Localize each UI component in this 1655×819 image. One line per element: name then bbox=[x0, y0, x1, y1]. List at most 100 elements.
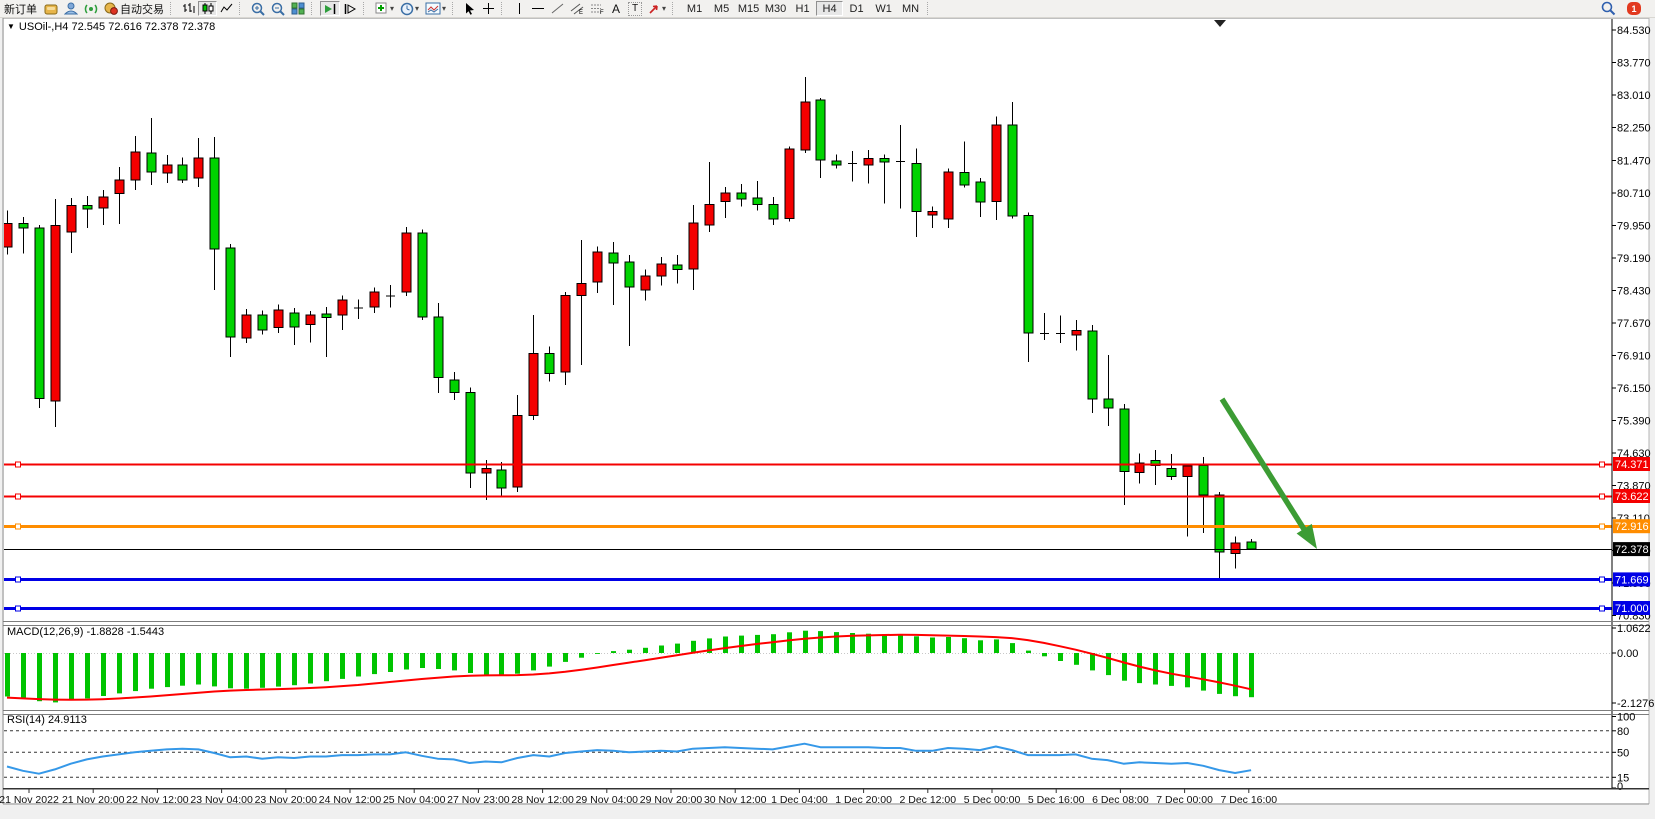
mt4-window: 新订单 自动交易 bbox=[0, 0, 1655, 819]
macd-bar bbox=[1169, 653, 1174, 686]
line-handle[interactable] bbox=[1600, 577, 1605, 582]
cursor-tool-button[interactable] bbox=[461, 1, 479, 16]
candle-body bbox=[67, 206, 76, 233]
time-tick-label: 7 Dec 16:00 bbox=[1220, 794, 1277, 806]
price-tick-label: 77.670 bbox=[1617, 318, 1651, 330]
macd-bar bbox=[37, 653, 42, 701]
crosshair-tool-button[interactable] bbox=[479, 1, 498, 16]
candle-body bbox=[529, 353, 538, 415]
macd-bar bbox=[1010, 643, 1015, 653]
line-handle[interactable] bbox=[16, 524, 21, 529]
timeframe-group: M1M5M15M30H1H4D1W1MN bbox=[681, 1, 924, 16]
timeframe-h4[interactable]: H4 bbox=[816, 1, 843, 16]
rsi-tick-label: 80 bbox=[1617, 726, 1629, 738]
timeframe-mn[interactable]: MN bbox=[897, 1, 924, 16]
candle-body bbox=[194, 158, 203, 178]
new-order-button[interactable]: 新订单 bbox=[0, 1, 41, 16]
line-handle[interactable] bbox=[16, 606, 21, 611]
clock-icon bbox=[400, 2, 414, 16]
macd-bar bbox=[866, 634, 871, 653]
person-icon bbox=[64, 2, 78, 15]
tile-windows-icon bbox=[291, 2, 305, 15]
chevron-down-icon: ▾ bbox=[390, 4, 394, 13]
chart-background bbox=[4, 19, 1649, 803]
search-button[interactable] bbox=[1598, 1, 1619, 16]
auto-scroll-icon bbox=[323, 3, 337, 15]
timeframe-h1[interactable]: H1 bbox=[789, 1, 816, 16]
candle-body bbox=[99, 197, 108, 208]
macd-bar bbox=[946, 637, 951, 653]
macd-bar bbox=[962, 638, 967, 653]
timeframe-m5[interactable]: M5 bbox=[708, 1, 735, 16]
line-chart-mode-button[interactable] bbox=[217, 1, 236, 16]
add-indicator-button[interactable]: ▾ bbox=[372, 1, 397, 16]
candle-body bbox=[737, 193, 746, 199]
community-icon[interactable] bbox=[61, 1, 81, 16]
line-handle[interactable] bbox=[1600, 606, 1605, 611]
auto-trading-button[interactable]: 自动交易 bbox=[101, 1, 167, 16]
tile-windows-button[interactable] bbox=[288, 1, 308, 16]
price-badge-label: 73.622 bbox=[1615, 491, 1649, 503]
macd-bar bbox=[388, 653, 393, 672]
trendline-tool-button[interactable] bbox=[548, 1, 567, 16]
candle-body bbox=[513, 415, 522, 487]
timeframe-d1[interactable]: D1 bbox=[843, 1, 870, 16]
macd-bar bbox=[675, 644, 680, 653]
candle-body bbox=[163, 165, 172, 173]
chart-shift-button[interactable] bbox=[340, 1, 360, 16]
candle-body bbox=[928, 212, 937, 215]
macd-bar bbox=[595, 653, 600, 654]
channel-tool-button[interactable]: E bbox=[567, 1, 587, 16]
candle-body bbox=[19, 224, 28, 228]
timeframe-m1[interactable]: M1 bbox=[681, 1, 708, 16]
price-tick-label: 76.150 bbox=[1617, 383, 1651, 395]
candle-body bbox=[178, 165, 187, 180]
auto-trading-icon bbox=[104, 2, 118, 15]
fibonacci-tool-button[interactable]: F bbox=[587, 1, 607, 16]
timeframe-m30[interactable]: M30 bbox=[762, 1, 789, 16]
add-indicator-icon bbox=[375, 2, 389, 15]
market-icon[interactable] bbox=[41, 1, 61, 16]
vertical-line-tool-button[interactable] bbox=[510, 1, 528, 16]
candle-body bbox=[1024, 215, 1033, 333]
candlestick-mode-button[interactable] bbox=[198, 1, 217, 16]
line-handle[interactable] bbox=[1600, 494, 1605, 499]
collapse-icon[interactable]: ▼ bbox=[7, 22, 15, 31]
notification-badge[interactable]: 1 bbox=[1627, 2, 1641, 15]
macd-bar bbox=[308, 653, 313, 684]
separator bbox=[363, 2, 368, 15]
macd-bar bbox=[356, 653, 361, 677]
signals-icon[interactable] bbox=[81, 1, 101, 16]
zoom-out-icon bbox=[271, 2, 285, 16]
zoom-out-button[interactable] bbox=[268, 1, 288, 16]
periods-button[interactable]: ▾ bbox=[397, 1, 422, 16]
separator bbox=[239, 2, 244, 15]
candle-body bbox=[418, 233, 427, 317]
label-tool-button[interactable]: T bbox=[625, 1, 645, 16]
time-tick-label: 21 Nov 2022 bbox=[0, 794, 59, 806]
zoom-in-button[interactable] bbox=[248, 1, 268, 16]
line-handle[interactable] bbox=[16, 494, 21, 499]
macd-bar bbox=[882, 634, 887, 653]
line-handle[interactable] bbox=[16, 462, 21, 467]
candle-body bbox=[83, 206, 92, 209]
auto-trading-label: 自动交易 bbox=[120, 1, 164, 17]
bar-chart-mode-button[interactable] bbox=[179, 1, 198, 16]
timeframe-m15[interactable]: M15 bbox=[735, 1, 762, 16]
search-icon bbox=[1601, 1, 1616, 16]
line-handle[interactable] bbox=[16, 577, 21, 582]
candle-body bbox=[497, 470, 506, 488]
macd-bar bbox=[1233, 653, 1238, 696]
text-tool-button[interactable]: A bbox=[607, 1, 625, 16]
shapes-tool-button[interactable]: ▾ bbox=[645, 1, 669, 16]
line-handle[interactable] bbox=[1600, 524, 1605, 529]
macd-bar bbox=[212, 653, 217, 686]
macd-tick-label: 1.0622 bbox=[1617, 623, 1651, 635]
line-handle[interactable] bbox=[1600, 462, 1605, 467]
macd-bar bbox=[372, 653, 377, 674]
horizontal-line-tool-button[interactable] bbox=[528, 1, 548, 16]
price-chart[interactable]: 84.53083.77083.01082.25081.47080.71079.9… bbox=[0, 0, 1655, 819]
auto-scroll-button[interactable] bbox=[320, 1, 340, 16]
templates-button[interactable]: ▾ bbox=[422, 1, 449, 16]
timeframe-w1[interactable]: W1 bbox=[870, 1, 897, 16]
